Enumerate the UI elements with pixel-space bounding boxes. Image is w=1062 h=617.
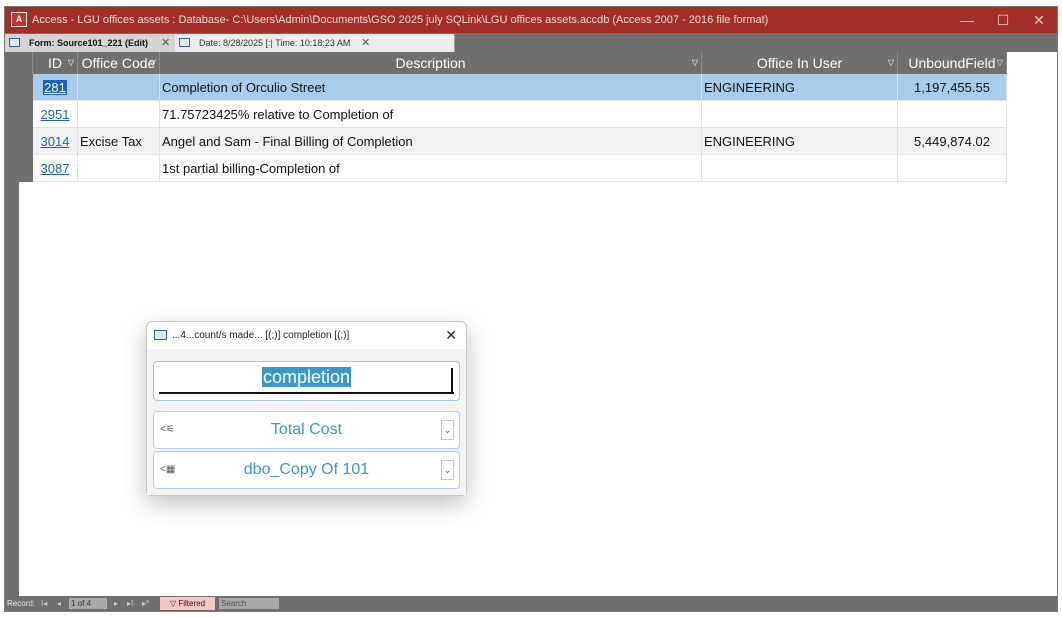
- cell-office-code[interactable]: [78, 101, 160, 128]
- cell-office-in-user[interactable]: ENGINEERING: [702, 128, 898, 155]
- cell-description[interactable]: 1st partial billing-Completion of: [160, 155, 702, 182]
- id-link[interactable]: 281: [43, 80, 67, 95]
- cell-unbound[interactable]: 5,449,874.02: [898, 128, 1007, 155]
- form-icon: [179, 38, 190, 47]
- new-record-icon[interactable]: ▸*: [142, 596, 149, 611]
- cell-office-code[interactable]: [78, 155, 160, 182]
- cell-unbound[interactable]: 1,197,455.55: [898, 74, 1007, 101]
- access-app-icon[interactable]: A: [11, 12, 27, 27]
- cell-description[interactable]: Angel and Sam - Final Billing of Complet…: [160, 128, 702, 155]
- record-selector[interactable]: [19, 155, 33, 182]
- cell-office-code[interactable]: Excise Tax: [78, 128, 160, 155]
- filter-dropdown-icon[interactable]: ▽: [888, 52, 894, 74]
- cell-description[interactable]: 71.75723425% relative to Completion of: [160, 101, 702, 128]
- record-navigation-bar: Record: I◂ ◂ 1 of 4 ▸ ▸I ▸* ▽ Filtered S…: [5, 596, 1057, 611]
- text-caret: [451, 368, 453, 394]
- next-record-icon[interactable]: ▸: [114, 596, 118, 611]
- tab-date-time[interactable]: Date: 8/28/2025 [:| Time: 10:18:23 AM ✕: [175, 34, 455, 52]
- close-window-button[interactable]: ✕: [1029, 11, 1049, 29]
- chevron-down-icon[interactable]: ⌄: [441, 460, 454, 480]
- column-header-label: ID: [48, 55, 62, 71]
- form-icon: [9, 38, 20, 47]
- table-select-combo[interactable]: <▦ dbo_Copy Of 101 ⌄: [153, 451, 460, 489]
- cell-office-in-user[interactable]: ENGINEERING: [702, 74, 898, 101]
- record-selector[interactable]: [19, 74, 33, 101]
- input-underline: [159, 392, 454, 394]
- search-text-value: completion: [261, 367, 352, 387]
- previous-record-icon[interactable]: ◂: [57, 596, 61, 611]
- tab-label: Form: Source101_221 (Edit): [29, 38, 149, 48]
- popup-body: completion <⚟ Total Cost ⌄ <▦ dbo_Copy O…: [147, 349, 466, 495]
- column-header-label: UnboundField: [908, 55, 996, 71]
- column-header-label: Office Code: [81, 55, 156, 71]
- document-tab-strip: Form: Source101_221 (Edit) ✕ Date: 8/28/…: [5, 33, 1057, 52]
- tab-close-icon[interactable]: ✕: [161, 34, 170, 52]
- table-row[interactable]: 281 Completion of Orculio Street ENGINEE…: [33, 74, 1007, 101]
- filter-dropdown-icon[interactable]: ▽: [997, 52, 1003, 74]
- column-header-office-in-user[interactable]: Office In User ▽: [702, 52, 898, 74]
- id-link[interactable]: 3014: [41, 134, 70, 149]
- column-header-office-code[interactable]: Office Code ▽: [78, 52, 160, 74]
- field-select-combo[interactable]: <⚟ Total Cost ⌄: [153, 411, 460, 449]
- filter-toggle-button[interactable]: ▽ Filtered: [160, 597, 215, 610]
- cell-office-code[interactable]: [78, 74, 160, 101]
- column-header-label: Description: [395, 55, 466, 71]
- first-record-icon[interactable]: I◂: [41, 596, 47, 611]
- cell-office-in-user[interactable]: [702, 155, 898, 182]
- funnel-icon: ▽: [169, 599, 177, 608]
- column-header-unbound-field[interactable]: UnboundField ▽: [898, 52, 1007, 74]
- popup-header: ...4...count/s made... [(;)] completion …: [147, 322, 466, 349]
- popup-title: ...4...count/s made... [(;)] completion …: [172, 330, 350, 341]
- access-window: A Access - LGU offices assets : Database…: [4, 6, 1058, 612]
- cell-id[interactable]: 2951: [33, 101, 78, 128]
- minimize-button[interactable]: —: [957, 11, 977, 29]
- cell-office-in-user[interactable]: [702, 101, 898, 128]
- search-popup-dialog: ...4...count/s made... [(;)] completion …: [146, 321, 467, 496]
- record-position-field[interactable]: 1 of 4: [69, 598, 107, 609]
- cell-id[interactable]: 3014: [33, 128, 78, 155]
- record-selector[interactable]: [19, 128, 33, 155]
- filter-dropdown-icon[interactable]: ▽: [68, 52, 74, 74]
- select-all-corner[interactable]: [19, 52, 33, 74]
- form-icon: [154, 330, 167, 340]
- cell-unbound[interactable]: [898, 155, 1007, 182]
- tab-form-source[interactable]: Form: Source101_221 (Edit) ✕: [5, 34, 175, 52]
- popup-close-icon[interactable]: ✕: [445, 322, 457, 349]
- search-text-input[interactable]: completion: [153, 361, 460, 401]
- cell-description[interactable]: Completion of Orculio Street: [160, 74, 702, 101]
- combo-value: dbo_Copy Of 101: [243, 461, 370, 478]
- cell-unbound[interactable]: [898, 101, 1007, 128]
- column-header-label: Office In User: [756, 55, 843, 71]
- table-row[interactable]: 2951 71.75723425% relative to Completion…: [33, 101, 1007, 128]
- record-selector[interactable]: [19, 101, 33, 128]
- filter-label: Filtered: [178, 599, 206, 608]
- tab-close-icon[interactable]: ✕: [361, 34, 370, 52]
- cell-id[interactable]: 281: [33, 74, 78, 101]
- table-row[interactable]: 3014 Excise Tax Angel and Sam - Final Bi…: [33, 128, 1007, 155]
- column-header-id[interactable]: ID ▽: [33, 52, 78, 74]
- title-bar: A Access - LGU offices assets : Database…: [5, 7, 1057, 33]
- left-border: [5, 52, 19, 599]
- table-row[interactable]: 3087 1st partial billing-Completion of: [33, 155, 1007, 182]
- window-title: Access - LGU offices assets : Database- …: [32, 14, 769, 26]
- cell-id[interactable]: 3087: [33, 155, 78, 182]
- last-record-icon[interactable]: ▸I: [127, 596, 133, 611]
- filter-dropdown-icon[interactable]: ▽: [692, 52, 698, 74]
- record-search-input[interactable]: Search: [219, 598, 279, 609]
- maximize-button[interactable]: ☐: [993, 11, 1013, 29]
- combo-value: Total Cost: [270, 421, 343, 438]
- column-header-description[interactable]: Description ▽: [160, 52, 702, 74]
- record-label: Record:: [7, 599, 36, 608]
- id-link[interactable]: 2951: [41, 107, 70, 122]
- id-link[interactable]: 3087: [41, 161, 70, 176]
- filter-dropdown-icon[interactable]: ▽: [150, 52, 156, 74]
- chevron-down-icon[interactable]: ⌄: [441, 420, 454, 440]
- tab-label: Date: 8/28/2025 [:| Time: 10:18:23 AM: [199, 38, 351, 48]
